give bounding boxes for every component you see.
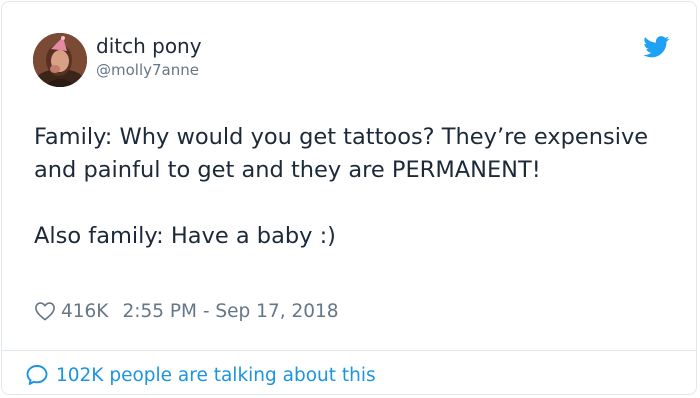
author-handle[interactable]: @molly7anne bbox=[96, 60, 199, 80]
author-display-name[interactable]: ditch pony bbox=[96, 34, 202, 58]
twitter-bird-icon[interactable] bbox=[643, 36, 670, 58]
conversation-link[interactable]: 102K people are talking about this bbox=[25, 362, 376, 388]
tweet-meta: 416K 2:55 PM - Sep 17, 2018 bbox=[34, 298, 339, 324]
conversation-label[interactable]: 102K people are talking about this bbox=[56, 365, 376, 386]
tweet-text: Family: Why would you get tattoos? They’… bbox=[34, 121, 664, 253]
divider bbox=[2, 350, 696, 351]
avatar[interactable] bbox=[33, 33, 87, 87]
like-count[interactable]: 416K bbox=[61, 301, 108, 322]
heart-icon[interactable] bbox=[34, 301, 56, 321]
tweet-line: Family: Why would you get tattoos? They’… bbox=[34, 124, 649, 183]
tweet-timestamp[interactable]: 2:55 PM - Sep 17, 2018 bbox=[122, 301, 338, 322]
tweet-card: ditch pony @molly7anne Family: Why would… bbox=[1, 1, 697, 395]
speech-bubble-icon bbox=[26, 365, 48, 385]
tweet-line: Also family: Have a baby :) bbox=[34, 223, 336, 249]
